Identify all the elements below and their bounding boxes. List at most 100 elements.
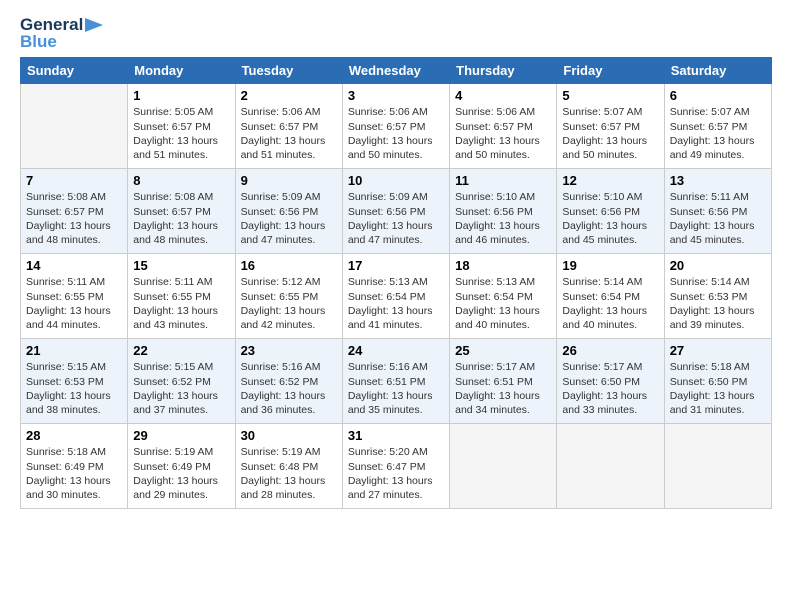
day-number: 17 [348, 258, 444, 273]
day-number: 19 [562, 258, 658, 273]
calendar-cell: 25 Sunrise: 5:17 AMSunset: 6:51 PMDayligh… [450, 339, 557, 424]
calendar-cell: 19 Sunrise: 5:14 AMSunset: 6:54 PMDayligh… [557, 254, 664, 339]
day-number: 6 [670, 88, 766, 103]
day-number: 24 [348, 343, 444, 358]
day-info: Sunrise: 5:16 AMSunset: 6:52 PMDaylight:… [241, 360, 337, 417]
day-info: Sunrise: 5:08 AMSunset: 6:57 PMDaylight:… [133, 190, 229, 247]
logo: General Blue [20, 16, 103, 51]
week-row: 7 Sunrise: 5:08 AMSunset: 6:57 PMDaylight… [21, 169, 772, 254]
calendar-cell: 8 Sunrise: 5:08 AMSunset: 6:57 PMDaylight… [128, 169, 235, 254]
calendar-cell: 1 Sunrise: 5:05 AMSunset: 6:57 PMDaylight… [128, 84, 235, 169]
day-number: 26 [562, 343, 658, 358]
calendar-cell: 16Sunrise: 5:12 AMSunset: 6:55 PMDayligh… [235, 254, 342, 339]
calendar-cell: 9 Sunrise: 5:09 AMSunset: 6:56 PMDaylight… [235, 169, 342, 254]
day-number: 5 [562, 88, 658, 103]
day-number: 25 [455, 343, 551, 358]
calendar-cell: 2Sunrise: 5:06 AMSunset: 6:57 PMDaylight… [235, 84, 342, 169]
day-info: Sunrise: 5:05 AMSunset: 6:57 PMDaylight:… [133, 105, 229, 162]
calendar-cell: 30Sunrise: 5:19 AMSunset: 6:48 PMDayligh… [235, 424, 342, 509]
day-number: 12 [562, 173, 658, 188]
day-number: 8 [133, 173, 229, 188]
calendar-cell: 26 Sunrise: 5:17 AMSunset: 6:50 PMDayligh… [557, 339, 664, 424]
day-number: 21 [26, 343, 122, 358]
week-row: 28Sunrise: 5:18 AMSunset: 6:49 PMDayligh… [21, 424, 772, 509]
day-info: Sunrise: 5:17 AMSunset: 6:51 PMDaylight:… [455, 360, 551, 417]
calendar-cell: 31Sunrise: 5:20 AMSunset: 6:47 PMDayligh… [342, 424, 449, 509]
day-info: Sunrise: 5:14 AMSunset: 6:54 PMDaylight:… [562, 275, 658, 332]
day-number: 14 [26, 258, 122, 273]
weekday-header: Monday [128, 58, 235, 84]
day-number: 23 [241, 343, 337, 358]
page-header: General Blue [20, 16, 772, 51]
day-info: Sunrise: 5:15 AMSunset: 6:52 PMDaylight:… [133, 360, 229, 417]
day-info: Sunrise: 5:14 AMSunset: 6:53 PMDaylight:… [670, 275, 766, 332]
day-number: 9 [241, 173, 337, 188]
calendar-cell: 17Sunrise: 5:13 AMSunset: 6:54 PMDayligh… [342, 254, 449, 339]
day-number: 11 [455, 173, 551, 188]
calendar-cell [664, 424, 771, 509]
day-number: 13 [670, 173, 766, 188]
calendar-cell: 21 Sunrise: 5:15 AMSunset: 6:53 PMDayligh… [21, 339, 128, 424]
calendar-cell: 24 Sunrise: 5:16 AMSunset: 6:51 PMDayligh… [342, 339, 449, 424]
calendar-cell [450, 424, 557, 509]
logo-brand: General Blue [20, 16, 103, 51]
calendar-cell: 20Sunrise: 5:14 AMSunset: 6:53 PMDayligh… [664, 254, 771, 339]
day-info: Sunrise: 5:11 AMSunset: 6:55 PMDaylight:… [133, 275, 229, 332]
calendar-cell [557, 424, 664, 509]
day-info: Sunrise: 5:11 AMSunset: 6:56 PMDaylight:… [670, 190, 766, 247]
calendar-cell: 3 Sunrise: 5:06 AMSunset: 6:57 PMDaylight… [342, 84, 449, 169]
calendar-cell: 7 Sunrise: 5:08 AMSunset: 6:57 PMDaylight… [21, 169, 128, 254]
day-number: 16 [241, 258, 337, 273]
weekday-header: Thursday [450, 58, 557, 84]
calendar-cell [21, 84, 128, 169]
day-number: 1 [133, 88, 229, 103]
weekday-header: Tuesday [235, 58, 342, 84]
day-number: 4 [455, 88, 551, 103]
day-info: Sunrise: 5:06 AMSunset: 6:57 PMDaylight:… [455, 105, 551, 162]
calendar-cell: 14 Sunrise: 5:11 AMSunset: 6:55 PMDayligh… [21, 254, 128, 339]
day-number: 7 [26, 173, 122, 188]
calendar-cell: 13 Sunrise: 5:11 AMSunset: 6:56 PMDayligh… [664, 169, 771, 254]
day-number: 31 [348, 428, 444, 443]
calendar-cell: 10Sunrise: 5:09 AMSunset: 6:56 PMDayligh… [342, 169, 449, 254]
week-row: 14 Sunrise: 5:11 AMSunset: 6:55 PMDayligh… [21, 254, 772, 339]
calendar-cell: 12 Sunrise: 5:10 AMSunset: 6:56 PMDayligh… [557, 169, 664, 254]
weekday-header: Friday [557, 58, 664, 84]
day-info: Sunrise: 5:13 AMSunset: 6:54 PMDaylight:… [455, 275, 551, 332]
day-number: 27 [670, 343, 766, 358]
day-info: Sunrise: 5:18 AMSunset: 6:50 PMDaylight:… [670, 360, 766, 417]
day-number: 30 [241, 428, 337, 443]
calendar-cell: 22 Sunrise: 5:15 AMSunset: 6:52 PMDayligh… [128, 339, 235, 424]
day-info: Sunrise: 5:09 AMSunset: 6:56 PMDaylight:… [348, 190, 444, 247]
day-info: Sunrise: 5:15 AMSunset: 6:53 PMDaylight:… [26, 360, 122, 417]
day-number: 3 [348, 88, 444, 103]
week-row: 21 Sunrise: 5:15 AMSunset: 6:53 PMDayligh… [21, 339, 772, 424]
day-info: Sunrise: 5:17 AMSunset: 6:50 PMDaylight:… [562, 360, 658, 417]
day-info: Sunrise: 5:09 AMSunset: 6:56 PMDaylight:… [241, 190, 337, 247]
day-number: 2 [241, 88, 337, 103]
day-info: Sunrise: 5:08 AMSunset: 6:57 PMDaylight:… [26, 190, 122, 247]
day-number: 22 [133, 343, 229, 358]
day-info: Sunrise: 5:10 AMSunset: 6:56 PMDaylight:… [562, 190, 658, 247]
logo-arrow-icon [85, 18, 103, 32]
day-number: 15 [133, 258, 229, 273]
calendar-cell: 11 Sunrise: 5:10 AMSunset: 6:56 PMDayligh… [450, 169, 557, 254]
day-info: Sunrise: 5:07 AMSunset: 6:57 PMDaylight:… [670, 105, 766, 162]
day-info: Sunrise: 5:16 AMSunset: 6:51 PMDaylight:… [348, 360, 444, 417]
calendar-table: SundayMondayTuesdayWednesdayThursdayFrid… [20, 57, 772, 509]
day-info: Sunrise: 5:07 AMSunset: 6:57 PMDaylight:… [562, 105, 658, 162]
day-number: 18 [455, 258, 551, 273]
calendar-cell: 18 Sunrise: 5:13 AMSunset: 6:54 PMDayligh… [450, 254, 557, 339]
calendar-cell: 5 Sunrise: 5:07 AMSunset: 6:57 PMDaylight… [557, 84, 664, 169]
day-info: Sunrise: 5:11 AMSunset: 6:55 PMDaylight:… [26, 275, 122, 332]
week-row: 1 Sunrise: 5:05 AMSunset: 6:57 PMDaylight… [21, 84, 772, 169]
calendar-cell: 4 Sunrise: 5:06 AMSunset: 6:57 PMDaylight… [450, 84, 557, 169]
weekday-header-row: SundayMondayTuesdayWednesdayThursdayFrid… [21, 58, 772, 84]
day-number: 28 [26, 428, 122, 443]
day-info: Sunrise: 5:06 AMSunset: 6:57 PMDaylight:… [348, 105, 444, 162]
day-info: Sunrise: 5:19 AMSunset: 6:49 PMDaylight:… [133, 445, 229, 502]
weekday-header: Wednesday [342, 58, 449, 84]
calendar-cell: 28Sunrise: 5:18 AMSunset: 6:49 PMDayligh… [21, 424, 128, 509]
weekday-header: Saturday [664, 58, 771, 84]
day-info: Sunrise: 5:10 AMSunset: 6:56 PMDaylight:… [455, 190, 551, 247]
